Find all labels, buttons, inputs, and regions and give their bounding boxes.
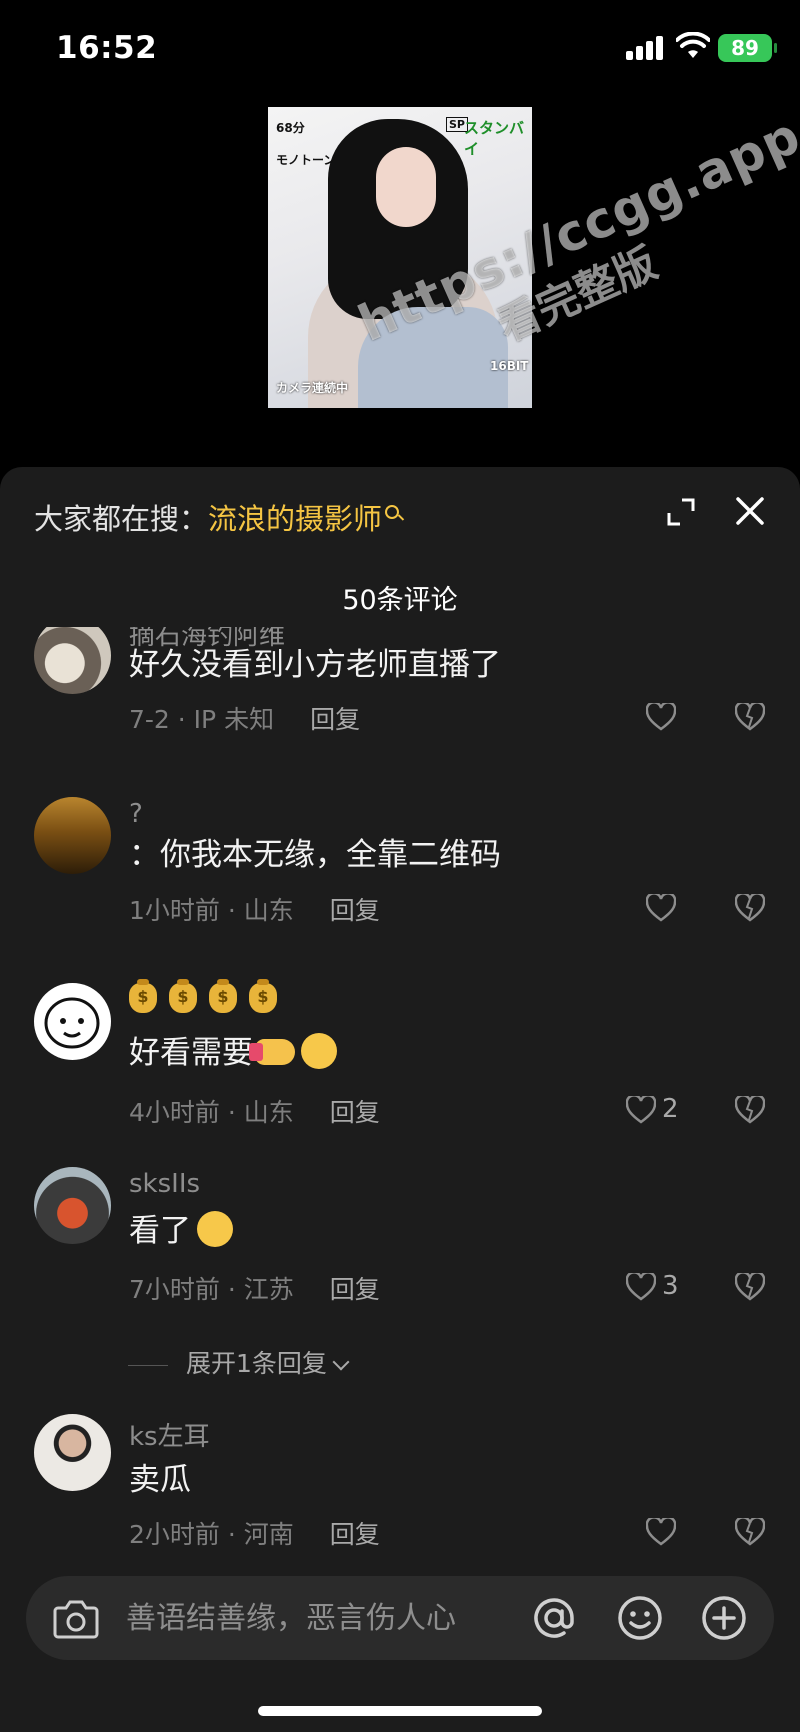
- comment-input-bar: [0, 1556, 800, 1732]
- avatar[interactable]: [34, 797, 111, 874]
- money-bag-emoji: [169, 979, 197, 1013]
- money-bag-emoji: [249, 979, 277, 1013]
- comment-text: ：你我本无缘，全靠二维码: [129, 837, 501, 873]
- comment-input[interactable]: [126, 1594, 506, 1642]
- dislike-icon[interactable]: [735, 703, 765, 731]
- comment-text: 好久没看到小方老师直播了: [129, 647, 501, 683]
- grinning-sweat-emoji: [197, 1211, 233, 1247]
- pointing-finger-emoji: [249, 1039, 295, 1065]
- hud-standby: スタンバイ: [464, 119, 525, 158]
- expand-replies-divider: [128, 1364, 168, 1366]
- money-emoji-row: [129, 979, 289, 1016]
- home-indicator: [258, 1706, 542, 1716]
- dislike-icon[interactable]: [735, 1518, 765, 1546]
- hud-bit: 16BIT: [490, 359, 529, 373]
- camera-icon[interactable]: [52, 1596, 100, 1640]
- comment-meta: 7-2 · IP 未知 回复: [129, 700, 360, 736]
- reply-button[interactable]: 回复: [330, 1520, 380, 1549]
- money-bag-emoji: [129, 979, 157, 1013]
- wifi-icon: [676, 32, 710, 58]
- expand-icon[interactable]: [666, 497, 696, 527]
- preview-figure-cloth: [358, 307, 508, 408]
- heart-icon[interactable]: [646, 894, 676, 922]
- comment-username[interactable]: ks左耳: [129, 1416, 210, 1453]
- comment-sheet: 大家都在搜：流浪的摄影师 50条评论 摘石海钓阿维 好久没看到小方老师直播了 7…: [0, 467, 800, 1732]
- avatar[interactable]: [34, 1167, 111, 1244]
- heart-icon[interactable]: [626, 1273, 656, 1301]
- money-bag-emoji: [209, 979, 237, 1013]
- comment-username[interactable]: ?: [129, 799, 143, 829]
- comment-time-location: 1小时前 · 山东: [129, 896, 294, 925]
- hud-recording: カメラ連続中: [276, 381, 349, 395]
- comment-time-location: 7小时前 · 江苏: [129, 1275, 294, 1304]
- avatar[interactable]: [34, 627, 111, 694]
- comment-meta: 2小时前 · 河南 回复: [129, 1515, 380, 1551]
- dislike-icon[interactable]: [735, 1096, 765, 1124]
- reply-button[interactable]: 回复: [330, 896, 380, 925]
- like-count: 2: [662, 1094, 679, 1124]
- trending-search[interactable]: 大家都在搜：流浪的摄影师: [34, 497, 400, 541]
- reply-button[interactable]: 回复: [330, 1098, 380, 1127]
- close-icon[interactable]: [734, 495, 766, 527]
- comment-time-location: 7-2 · IP 未知: [129, 705, 275, 734]
- comment-text: 看了: [129, 1213, 191, 1249]
- avatar[interactable]: [34, 983, 111, 1060]
- heart-icon[interactable]: [646, 1518, 676, 1546]
- comment-text: 卖瓜: [129, 1462, 191, 1498]
- heart-icon[interactable]: [646, 703, 676, 731]
- plus-icon[interactable]: [700, 1594, 748, 1642]
- search-icon: [385, 505, 400, 519]
- battery-icon: 89: [718, 34, 777, 62]
- preview-figure-face: [376, 147, 436, 227]
- expand-replies-label: 展开1条回复: [186, 1349, 327, 1378]
- comment-time-location: 2小时前 · 河南: [129, 1520, 294, 1549]
- signal-icon: [626, 36, 666, 60]
- status-time: 16:52: [56, 30, 158, 66]
- trending-search-term[interactable]: 流浪的摄影师: [208, 502, 382, 536]
- comment-username[interactable]: sksIIs: [129, 1169, 200, 1199]
- heart-icon[interactable]: [626, 1096, 656, 1124]
- expand-replies-button[interactable]: 展开1条回复: [128, 1344, 350, 1380]
- like-count: 3: [662, 1271, 679, 1301]
- battery-level: 89: [731, 36, 759, 60]
- comment-time-location: 4小时前 · 山东: [129, 1098, 294, 1127]
- status-bar: 16:52 89: [0, 0, 800, 100]
- comment-text: 好看需要: [129, 1035, 253, 1071]
- avatar-cartoon-face: [44, 997, 100, 1049]
- video-preview[interactable]: 68分 モノトーン SP スタンバイ カメラ連続中 16BIT: [268, 107, 532, 408]
- comment-meta: 1小时前 · 山东 回复: [129, 891, 380, 927]
- thinking-face-emoji: [301, 1033, 337, 1069]
- at-icon[interactable]: [530, 1594, 578, 1642]
- comment-text-row: 好看需要: [129, 1027, 337, 1072]
- comment-list[interactable]: 摘石海钓阿维 好久没看到小方老师直播了 7-2 · IP 未知 回复 ? ：你我本…: [0, 627, 800, 1557]
- hud-timer: 68分: [276, 121, 305, 135]
- dislike-icon[interactable]: [735, 894, 765, 922]
- comment-count-title: 50条评论: [342, 585, 458, 616]
- comment-text-row: 看了: [129, 1205, 233, 1250]
- avatar[interactable]: [34, 1414, 111, 1491]
- chevron-down-icon: [332, 1353, 350, 1371]
- comment-meta: 7小时前 · 江苏 回复: [129, 1270, 380, 1306]
- dislike-icon[interactable]: [735, 1273, 765, 1301]
- reply-button[interactable]: 回复: [310, 705, 360, 734]
- emoji-icon[interactable]: [616, 1594, 664, 1642]
- trending-search-prefix: 大家都在搜：: [34, 502, 209, 536]
- reply-button[interactable]: 回复: [330, 1275, 380, 1304]
- comment-meta: 4小时前 · 山东 回复: [129, 1093, 380, 1129]
- hud-mode: モノトーン: [276, 153, 336, 167]
